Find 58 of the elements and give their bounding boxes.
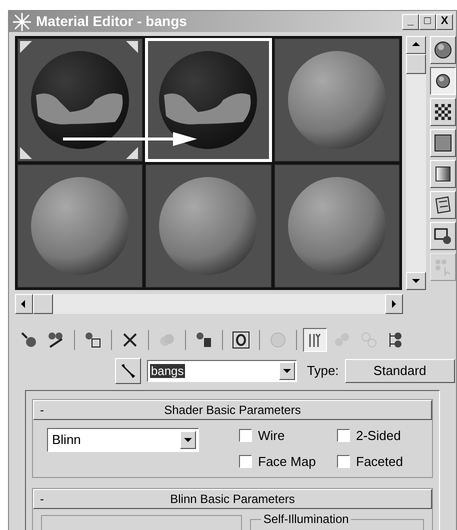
eyedropper-button[interactable] [115,358,141,384]
delete-icon [121,331,139,349]
scroll-thumb[interactable] [33,294,53,314]
horizontal-scrollbar[interactable] [15,294,403,314]
rollout-header[interactable]: - Blinn Basic Parameters [33,489,432,509]
checkbox[interactable] [239,429,252,442]
checkbox[interactable] [239,454,252,468]
scroll-right-button[interactable] [385,294,403,314]
type-button[interactable]: Standard [344,359,455,383]
get-material-icon [20,331,38,349]
sparkle-logo-icon [12,12,32,32]
save-material-icon [195,331,213,349]
type-label: Type: [307,362,339,380]
rollout-title: Blinn Basic Parameters [169,491,296,508]
node-side-icon [360,331,378,349]
put-material-icon [47,331,65,349]
film-strip-icon [433,195,453,215]
sample-slot[interactable] [274,38,400,162]
sphere-icon [433,40,453,60]
select-by-material-icon [433,257,453,277]
collapse-sign: - [40,491,45,508]
collapse-sign: - [40,402,45,419]
toolbar-button[interactable] [303,328,327,352]
scroll-down-button[interactable] [406,272,426,290]
side-tool-button[interactable] [430,67,456,95]
sample-slot[interactable] [274,164,400,288]
corner-brackets-icon [20,41,138,159]
window-title: Material Editor - bangs [36,12,188,31]
material-name-value: bangs [150,364,185,378]
vertical-scrollbar[interactable] [406,36,426,290]
checkbox-label: Wire [258,427,285,445]
spheres-copy-icon [84,331,102,349]
box-sphere-icon [433,226,453,246]
checkbox[interactable] [337,454,350,468]
sphere-icon [433,71,453,91]
checkbox-label: Faceted [356,452,403,470]
sample-slot[interactable] [17,164,144,288]
square-icon [433,133,453,153]
checker-icon [433,102,453,122]
scroll-up-button[interactable] [406,36,426,54]
sample-slot[interactable] [145,164,272,288]
checkbox-label: 2-Sided [356,427,401,445]
rollout-title: Shader Basic Parameters [163,402,302,419]
maximize-button[interactable]: □ [419,14,436,30]
channel-icon [232,331,250,349]
sample-slot[interactable] [17,38,144,162]
rollout-header[interactable]: - Shader Basic Parameters [33,400,432,420]
gradient-icon [433,164,453,184]
scroll-thumb[interactable] [406,54,426,74]
close-button[interactable]: X [436,14,453,30]
scroll-left-button[interactable] [15,294,33,314]
shader-dropdown[interactable]: Blinn [47,428,199,452]
material-name-field[interactable]: bangs [147,360,297,382]
checkbox-label: Face Map [258,452,316,471]
minimize-button[interactable]: _ [402,14,419,30]
dropdown-button[interactable] [279,362,295,380]
checkbox[interactable] [337,429,350,442]
overlapping-spheres-icon [158,331,176,349]
